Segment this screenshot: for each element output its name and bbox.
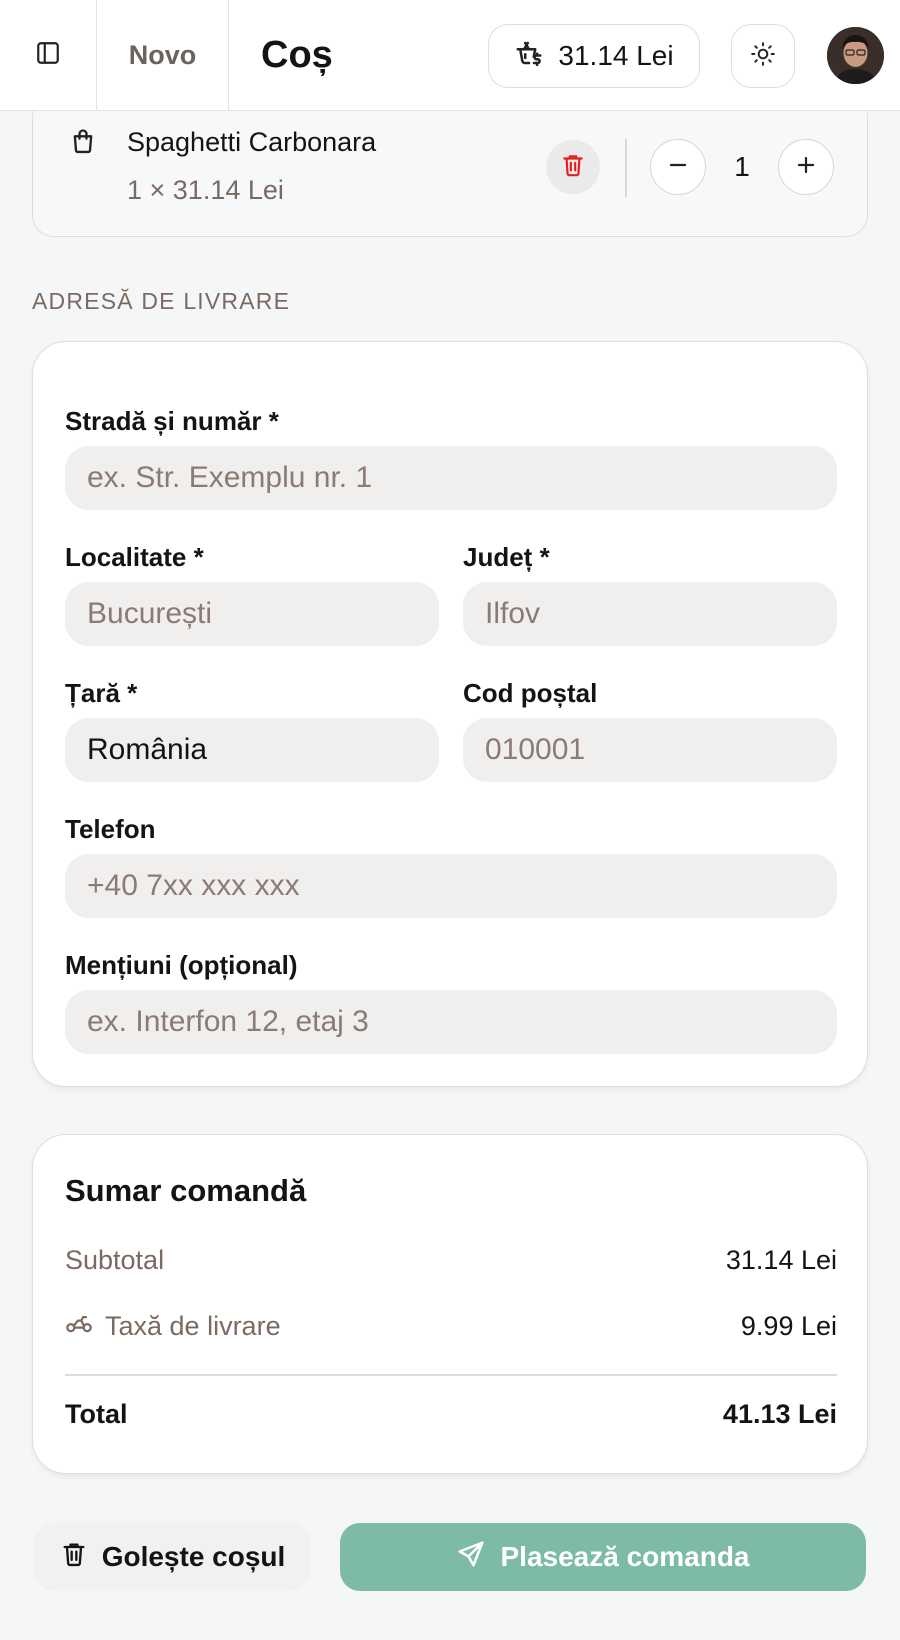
- total-row: Total 41.13 Lei: [65, 1399, 837, 1430]
- shopping-bag-icon: [69, 127, 97, 160]
- postal-code-input[interactable]: [463, 718, 837, 782]
- sidebar-toggle-icon: [35, 40, 61, 71]
- theme-toggle-button[interactable]: [731, 24, 795, 88]
- postal-code-label: Cod poștal: [463, 678, 598, 708]
- plus-icon: [794, 153, 818, 182]
- street-input[interactable]: [65, 446, 837, 510]
- basket-money-icon: [514, 38, 544, 75]
- minus-icon: [666, 153, 690, 182]
- delivery-fee-value: 9.99 Lei: [740, 1311, 837, 1341]
- county-label: Județ *: [463, 542, 550, 572]
- city-input[interactable]: [65, 582, 439, 646]
- city-label: Localitate *: [65, 542, 204, 572]
- item-qty-price: 1 × 31.14 Lei: [127, 175, 284, 205]
- delivery-fee-label: Taxă de livrare: [105, 1311, 281, 1341]
- notes-label: Mențiuni (opțional): [65, 950, 298, 980]
- trash-icon: [560, 152, 586, 183]
- summary-divider: [65, 1374, 837, 1376]
- sidebar-toggle-button[interactable]: [0, 0, 97, 111]
- quantity-value: 1: [734, 151, 750, 182]
- phone-label: Telefon: [65, 814, 156, 844]
- cart-total-button[interactable]: 31.14 Lei: [488, 24, 700, 88]
- clear-cart-button[interactable]: Golește coșul: [34, 1523, 311, 1591]
- delivery-address-heading: ADRESĂ DE LIVRARE: [32, 288, 291, 314]
- remove-item-button[interactable]: [546, 140, 600, 194]
- clear-cart-label: Golește coșul: [101, 1541, 286, 1572]
- place-order-label: Plasează comanda: [500, 1541, 750, 1572]
- decrease-quantity-button[interactable]: [650, 139, 706, 195]
- top-bar: Novo Coș 31.14 Lei: [0, 0, 900, 111]
- sun-icon: [750, 41, 776, 72]
- notes-input[interactable]: [65, 990, 837, 1054]
- trash-icon: [60, 1540, 88, 1575]
- subtotal-row: Subtotal 31.14 Lei: [65, 1245, 837, 1276]
- order-summary: Sumar comandă Subtotal 31.14 Lei Taxă de…: [32, 1134, 868, 1474]
- increase-quantity-button[interactable]: [778, 139, 834, 195]
- country-label: Țară *: [65, 678, 138, 708]
- item-name: Spaghetti Carbonara: [127, 127, 377, 157]
- place-order-button[interactable]: Plasează comanda: [340, 1523, 866, 1591]
- send-icon: [456, 1539, 486, 1576]
- scooter-icon: [65, 1309, 93, 1344]
- cart-item: Spaghetti Carbonara 1 × 31.14 Lei 1: [32, 96, 868, 237]
- county-input[interactable]: [463, 582, 837, 646]
- item-divider: [625, 139, 627, 197]
- delivery-fee-row: Taxă de livrare 9.99 Lei: [65, 1309, 837, 1344]
- total-value: 41.13 Lei: [722, 1399, 837, 1429]
- cart-total-text: 31.14 Lei: [558, 40, 674, 71]
- country-input[interactable]: [65, 718, 439, 782]
- subtotal-value: 31.14 Lei: [725, 1245, 837, 1275]
- user-avatar[interactable]: [827, 27, 884, 84]
- phone-input[interactable]: [65, 854, 837, 918]
- total-label: Total: [65, 1399, 128, 1429]
- street-label: Stradă și număr *: [65, 406, 279, 436]
- page-title: Coș: [261, 33, 333, 76]
- brand-name[interactable]: Novo: [97, 0, 229, 111]
- summary-title: Sumar comandă: [65, 1173, 307, 1208]
- subtotal-label: Subtotal: [65, 1245, 165, 1275]
- address-form: Stradă și număr * Localitate * Județ * Ț…: [32, 341, 868, 1087]
